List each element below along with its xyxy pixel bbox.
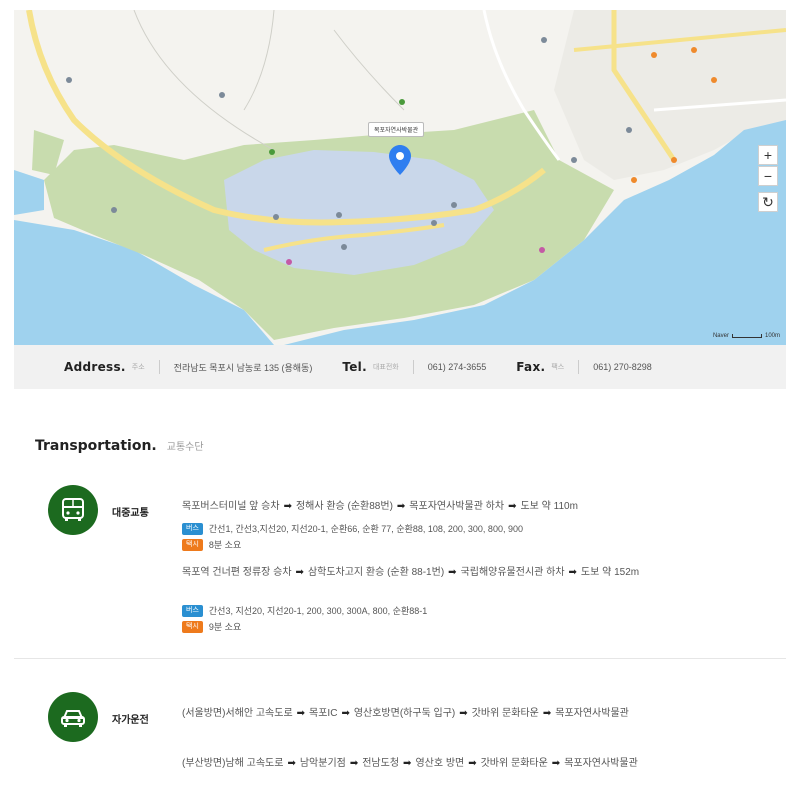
contact-bar: Address. 주소 전라남도 목포시 남농로 135 (용해동) Tel. … [14,345,786,389]
public-route-1: 목포버스터미널 앞 승차 ➡ 정해사 환승 (순환88번) ➡ 목포자연사박물관 하차 ➡… [182,499,702,515]
route-step: 목포버스터미널 앞 승차 [182,501,280,512]
section-divider [14,658,786,659]
public-route-2: 목포역 건너편 정류장 승차 ➡ 삼학도차고지 환승 (순환 88-1번) ➡ 국립해양… [182,565,702,581]
map-scale-label: Naver [712,333,729,339]
map-scale-bar [731,334,762,338]
map-canvas [14,10,786,345]
map-scale: Naver 100m [713,333,780,339]
bus-badge: 버스 [182,522,203,535]
address-value: 전라남도 목포시 남농로 135 (용해동) [173,362,313,373]
arrow-right-icon: ➡ [349,758,359,769]
tel-title: Tel. [342,360,367,374]
tel-sub: 대표전화 [372,364,399,371]
arrow-right-icon: ➡ [403,758,412,769]
route-step: 목포IC [309,708,338,719]
car-label: 자가운전 [112,715,149,726]
arrow-right-icon: ➡ [296,708,306,719]
arrow-right-icon: ➡ [468,758,477,769]
divider [158,360,160,374]
address-title: Address. [64,360,126,374]
bus-lines: 간선3, 지선20, 지선20-1, 200, 300, 300A, 800, … [208,606,428,616]
zoom-in-button[interactable]: + [758,145,778,165]
car-route-2: (부산방면)남해 고속도로 ➡ 남악분기점 ➡ 전남도청 ➡ 영산호 방면 ➡ 갓바위 문화타운… [182,756,702,772]
route-step: 남악분기점 [299,758,346,769]
bus-icon-circle [48,485,98,535]
arrow-right-icon: ➡ [508,501,517,512]
taxi-badge: 택시 [182,620,203,633]
route-step: 국립해양유물전시관 하차 [460,567,565,578]
fax-title: Fax. [516,360,546,374]
route-step: 정해사 환승 (순환88번) [295,501,393,512]
address-sub: 주소 [131,364,145,371]
public-route-2-bus: 버스 간선3, 지선20, 지선20-1, 200, 300, 300A, 80… [182,604,427,617]
refresh-button[interactable]: ↻ [758,192,778,212]
location-pin-icon[interactable] [389,145,411,175]
route-step: 갓바위 문화타운 [480,758,548,769]
fax-value: 061) 270-8298 [593,362,652,372]
route-step: 목포자연사박물관 [564,758,638,769]
public-transport-label: 대중교통 [112,508,149,519]
bus-badge: 버스 [182,604,203,617]
arrow-right-icon: ➡ [295,567,304,578]
transportation-title: Transportation. [35,438,157,454]
car-icon-circle [48,692,98,742]
route-step: (서울방면)서해안 고속도로 [182,708,293,719]
location-map[interactable]: 목포자연사박물관 + − ↻ Naver 100m [14,10,786,345]
route-step: 영산호방면(하구둑 입구) [353,708,456,719]
route-step: 영산호 방면 [415,758,465,769]
divider [578,360,580,374]
arrow-right-icon: ➡ [568,567,577,578]
taxi-badge: 택시 [182,538,203,551]
route-step: (부산방면)남해 고속도로 [182,758,284,769]
fax-sub: 팩스 [551,364,565,371]
arrow-right-icon: ➡ [459,708,468,719]
arrow-right-icon: ➡ [448,567,457,578]
arrow-right-icon: ➡ [341,708,350,719]
public-route-1-taxi: 택시 8분 소요 [182,538,241,551]
public-route-1-bus: 버스 간선1, 간선3,지선20, 지선20-1, 순환66, 순환 77, 순… [182,522,523,535]
arrow-right-icon: ➡ [542,708,552,719]
route-step: 목포자연사박물관 하차 [409,501,505,512]
arrow-right-icon: ➡ [283,501,292,512]
arrow-right-icon: ➡ [287,758,296,769]
car-icon [61,710,85,727]
taxi-time: 9분 소요 [208,622,242,632]
route-step: 삼학도차고지 환승 (순환 88-1번) [307,567,445,578]
arrow-right-icon: ➡ [396,501,406,512]
taxi-time: 8분 소요 [208,540,242,550]
car-route-1: (서울방면)서해안 고속도로 ➡ 목포IC ➡ 영산호방면(하구둑 입구) ➡ 갓바위 문화… [182,706,702,722]
map-scale-value: 100m [764,333,780,339]
bus-icon [62,498,84,521]
divider [412,360,414,374]
route-step: 도보 약 152m [580,567,640,578]
arrow-right-icon: ➡ [551,758,561,769]
route-step: 전남도청 [362,758,400,769]
map-pin-label: 목포자연사박물관 [368,122,425,137]
zoom-out-button[interactable]: − [758,166,778,186]
route-step: 도보 약 110m [520,501,578,512]
transportation-subtitle: 교통수단 [166,442,204,453]
tel-value[interactable]: 061) 274-3655 [428,362,487,372]
route-step: 갓바위 문화타운 [471,708,539,719]
route-step: 목포역 건너편 정류장 승차 [182,567,292,578]
transportation-header: Transportation. 교통수단 [35,438,204,454]
public-route-2-taxi: 택시 9분 소요 [182,620,241,633]
route-step: 목포자연사박물관 [555,708,629,719]
bus-lines: 간선1, 간선3,지선20, 지선20-1, 순환66, 순환 77, 순환88… [208,524,523,534]
